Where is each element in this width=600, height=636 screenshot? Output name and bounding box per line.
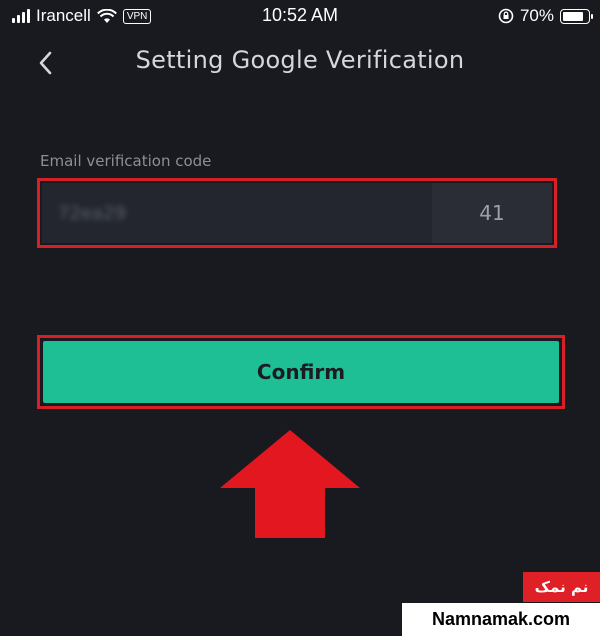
email-code-input[interactable]: 72ea29: [42, 183, 432, 243]
page-title: Setting Google Verification: [135, 46, 465, 74]
watermark-persian: نم نمک: [523, 572, 600, 602]
watermark-site: Namnamak.com: [402, 603, 600, 636]
battery-percent: 70%: [519, 6, 554, 25]
email-code-field: 72ea29 41: [42, 183, 552, 243]
confirm-button[interactable]: Confirm: [43, 341, 559, 403]
status-bar: Irancell VPN 10:52 AM 70%: [0, 0, 600, 34]
status-right: 70%: [498, 6, 593, 26]
battery-icon: [560, 8, 593, 24]
rotation-lock-icon: [498, 8, 514, 24]
nav-header: Setting Google Verification: [0, 40, 600, 86]
arrow-up-icon: [220, 430, 360, 538]
resend-countdown[interactable]: 41: [432, 183, 552, 243]
email-code-label: Email verification code: [40, 152, 212, 170]
